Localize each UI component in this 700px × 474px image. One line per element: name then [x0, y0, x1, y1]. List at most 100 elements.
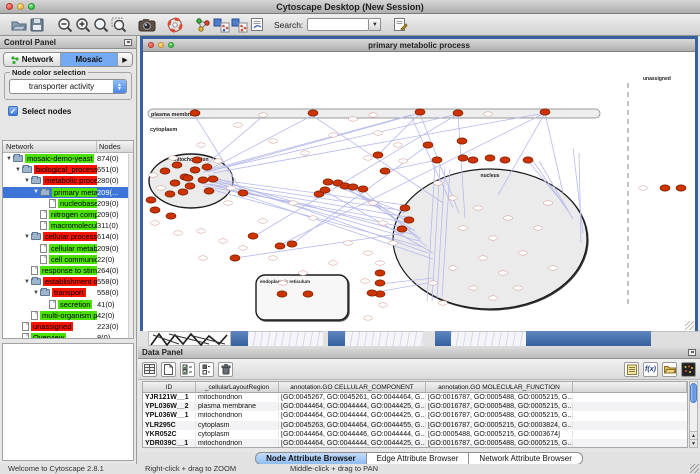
network-desktop: primary metabolic process plasma membran…	[138, 36, 700, 346]
table-column-header[interactable]: ID	[143, 382, 196, 392]
float-panel-icon[interactable]	[688, 349, 696, 356]
save-icon[interactable]	[28, 16, 46, 34]
select-attributes-icon[interactable]	[142, 362, 157, 377]
network-node	[485, 155, 495, 161]
node-color-combobox[interactable]: transporter activity ▲▼	[9, 79, 127, 94]
table-cell: mitochondrion	[196, 412, 279, 419]
select-nodes-checkbox[interactable]: ✓	[8, 106, 18, 116]
tree-row-label: metabolic process	[43, 176, 97, 185]
attribute-toggle-icon[interactable]	[199, 362, 214, 377]
formula-icon[interactable]: f(x)	[643, 362, 658, 377]
zoom-selected-icon[interactable]	[110, 16, 128, 34]
snapshot-icon[interactable]	[138, 16, 156, 34]
attribute-editor-icon[interactable]	[391, 16, 409, 34]
tree-row-label: mosaic-demo-yeast	[25, 154, 94, 163]
search-input[interactable]	[307, 18, 369, 31]
table-cell: YLR295C	[143, 422, 196, 429]
zoom-fit-icon[interactable]	[92, 16, 110, 34]
import-attributes-icon[interactable]	[662, 362, 677, 377]
expand-icon[interactable]: ▼	[5, 156, 13, 162]
table-row[interactable]: YPL036W__1mitochondrion[GO:0044464, GO:0…	[143, 411, 687, 420]
tree-row[interactable]: ▼establishment of lo...558(0)	[3, 276, 133, 287]
create-view-icon[interactable]	[212, 16, 230, 34]
tree-row[interactable]: cellular metabo...209(0)	[3, 243, 133, 254]
zoom-out-icon[interactable]	[56, 16, 74, 34]
network-node	[432, 157, 442, 163]
tree-row[interactable]: ▼transport558(0)	[3, 287, 133, 298]
tree-row[interactable]: ▼cellular process614(0)	[3, 231, 133, 242]
background-windows-strip[interactable]	[138, 331, 700, 346]
expand-icon[interactable]: ▼	[23, 279, 31, 285]
tree-row-label: nucleobase-...	[58, 199, 97, 208]
background-view-preview[interactable]	[345, 331, 423, 346]
tab-mosaic[interactable]: Mosaic	[61, 53, 118, 66]
destroy-view-icon[interactable]	[230, 16, 248, 34]
table-column-header[interactable]: annotation.GO CELLULAR_COMPONENT	[279, 382, 426, 392]
table-cell: YJR121W__1	[143, 394, 196, 401]
new-attribute-icon[interactable]	[161, 362, 176, 377]
tree-row[interactable]: multi-organism pro...42(0)	[3, 310, 133, 321]
tree-row[interactable]: nucleobase-...209(0)	[3, 198, 133, 209]
tree-column-nodes[interactable]: Nodes	[97, 141, 133, 152]
frame-resize-grip[interactable]	[685, 321, 694, 330]
layout-icon[interactable]	[194, 16, 212, 34]
expand-icon[interactable]: ▼	[14, 167, 22, 173]
tree-row[interactable]: ▼metabolic process280(0)	[3, 175, 133, 186]
window-resize-grip[interactable]	[690, 464, 699, 473]
table-row[interactable]: YDR039C__1mitochondrion[GO:0044464, GO:0…	[143, 439, 687, 448]
tab-network[interactable]: Network	[4, 53, 61, 66]
network-canvas[interactable]: plasma membranecytoplasmmitochondrionnuc…	[143, 53, 695, 331]
tree-row[interactable]: nitrogen compo...209(0)	[3, 209, 133, 220]
network-graph[interactable]: plasma membranecytoplasmmitochondrionnuc…	[143, 53, 695, 331]
network-node	[146, 197, 156, 203]
tab-scroll-right-icon[interactable]: ▶	[118, 53, 132, 66]
table-scrollbar[interactable]: ▲ ▼	[689, 381, 698, 448]
select-nodes-row[interactable]: ✓ Select nodes	[8, 106, 136, 116]
tree-row[interactable]: Overview8(0)	[3, 332, 133, 339]
tree-row-label: establishment of lo...	[43, 277, 97, 286]
tree-row[interactable]: ▼biological_process651(0)	[3, 164, 133, 175]
help-icon[interactable]	[166, 16, 184, 34]
expand-icon[interactable]: ▼	[32, 290, 40, 296]
tree-row[interactable]: ▼primary metabolic209(...	[3, 187, 133, 198]
tree-row[interactable]: response to stimulu...264(0)	[3, 265, 133, 276]
tree-row[interactable]: macromolecule...311(0)	[3, 220, 133, 231]
tree-row[interactable]: cell communicat...22(0)	[3, 254, 133, 265]
background-network-thumbnail[interactable]	[148, 331, 231, 346]
network-node	[204, 188, 214, 194]
tree-row[interactable]: ▼mosaic-demo-yeast874(0)	[3, 153, 133, 164]
table-row[interactable]: YPL036W__2plasma membrane[GO:0044464, GO…	[143, 402, 687, 411]
file-icon	[49, 199, 56, 208]
search-dropdown-icon[interactable]: ▼	[369, 18, 381, 31]
tree-column-network[interactable]: Network	[3, 141, 97, 152]
network-view-titlebar[interactable]: primary metabolic process	[143, 39, 695, 52]
expand-icon[interactable]: ▼	[32, 189, 40, 195]
vizmapper-icon[interactable]	[248, 16, 266, 34]
network-node	[192, 157, 202, 163]
table-row[interactable]: YJR121W__1mitochondrion[GO:0045267, GO:0…	[143, 393, 687, 402]
notes-icon[interactable]	[624, 362, 639, 377]
tree-scrollbar[interactable]	[128, 154, 133, 338]
attribute-checklist-icon[interactable]	[180, 362, 195, 377]
background-desktop-area	[651, 331, 700, 346]
open-icon[interactable]	[10, 16, 28, 34]
table-row[interactable]: YLR295Ccytoplasm[GO:0045263, GO:0044464,…	[143, 421, 687, 430]
scroll-up-icon[interactable]: ▲	[690, 431, 697, 439]
scrollbar-thumb[interactable]	[690, 383, 697, 403]
delete-attribute-icon[interactable]	[218, 362, 233, 377]
scroll-down-icon[interactable]: ▼	[690, 439, 697, 447]
table-row[interactable]: YKR052Ccytoplasm[GO:0044464, GO:0044446,…	[143, 430, 687, 439]
attribute-table[interactable]: ID_cellularLayoutRegionannotation.GO CEL…	[142, 381, 688, 448]
birds-eye-view[interactable]	[2, 343, 134, 461]
tree-row[interactable]: unassigned223(0)	[3, 321, 133, 332]
zoom-in-icon[interactable]	[74, 16, 92, 34]
expand-icon[interactable]: ▼	[23, 178, 31, 184]
table-column-header[interactable]: annotation.GO MOLECULAR_FUNCTION	[426, 382, 573, 392]
expand-icon[interactable]: ▼	[23, 234, 31, 240]
tree-row[interactable]: secretion41(0)	[3, 298, 133, 309]
table-column-header[interactable]: _cellularLayoutRegion	[196, 382, 279, 392]
background-view-preview[interactable]	[248, 331, 323, 346]
matrix-icon[interactable]	[681, 362, 696, 377]
float-panel-icon[interactable]	[124, 39, 132, 46]
background-view-preview[interactable]	[451, 331, 526, 346]
